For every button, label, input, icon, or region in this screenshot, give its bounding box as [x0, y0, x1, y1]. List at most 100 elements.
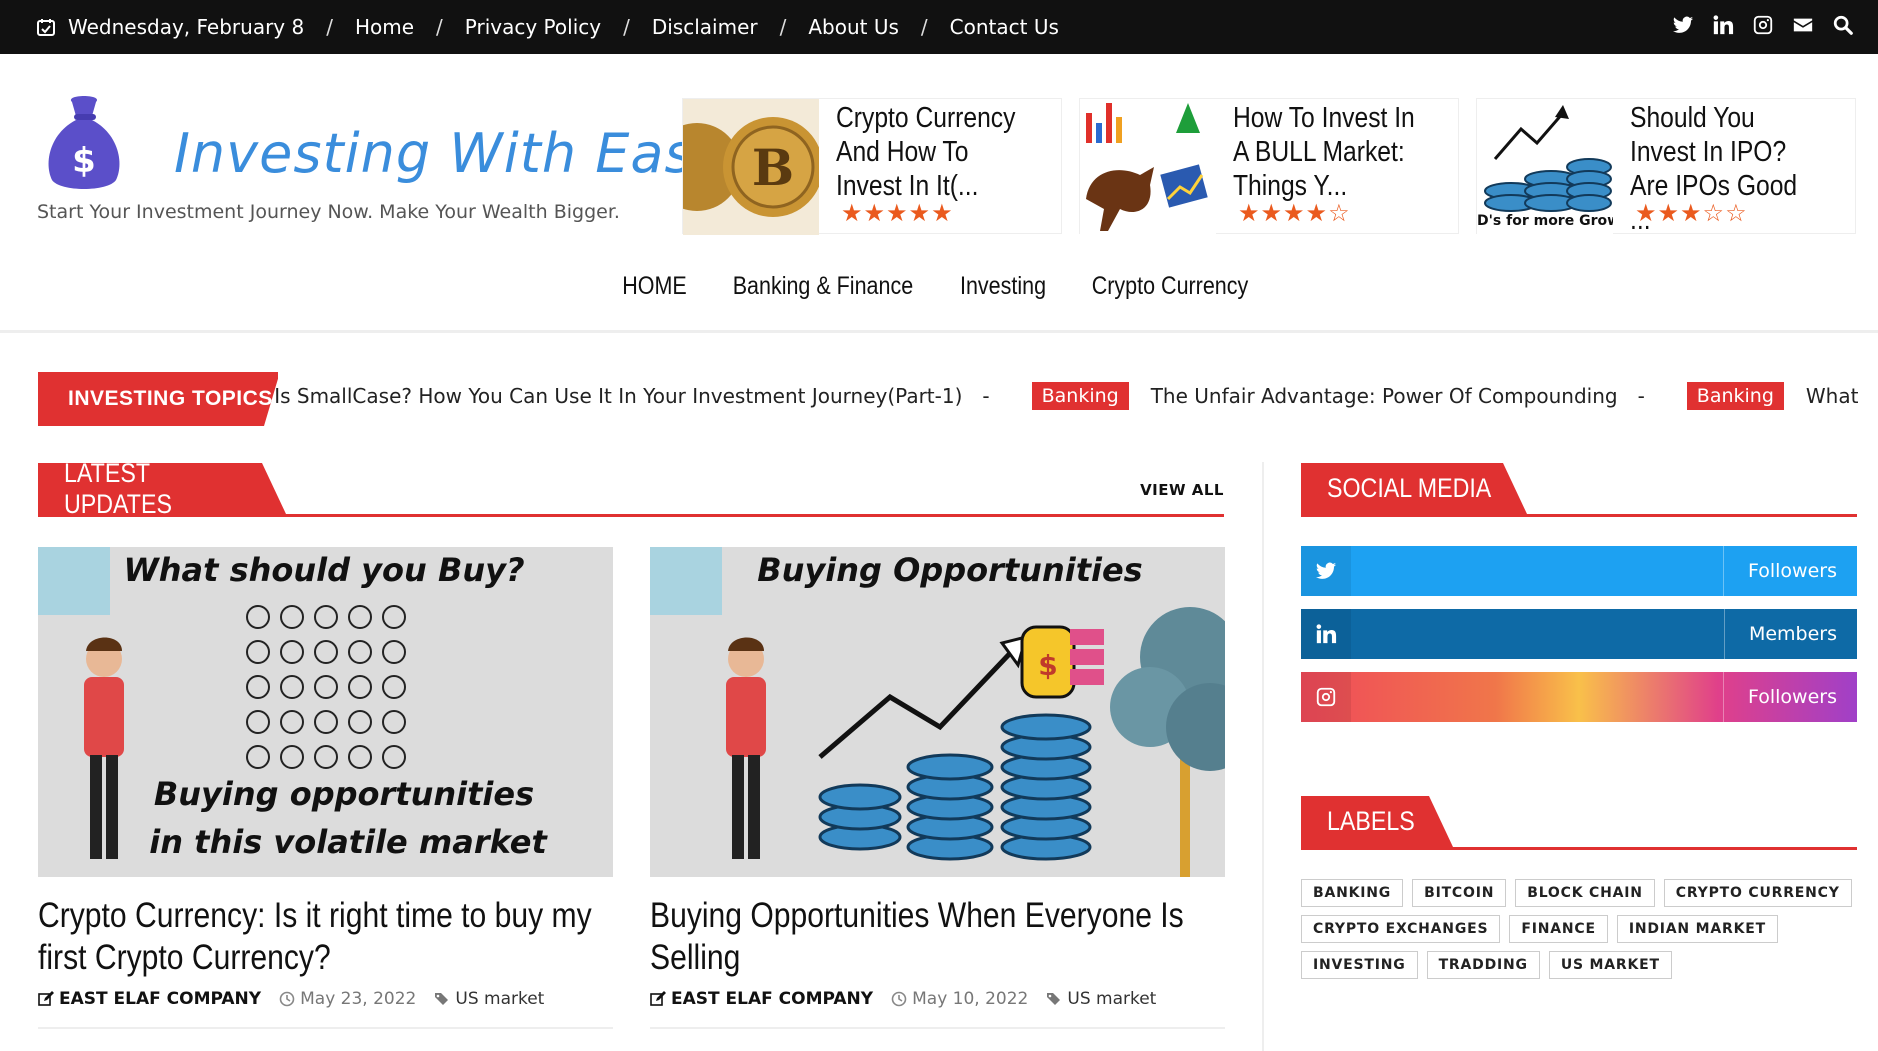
calendar-icon — [37, 19, 55, 36]
post-image[interactable]: Buying Opportunities $ — [650, 547, 1225, 877]
label-tag[interactable]: FINANCE — [1509, 915, 1608, 943]
column-divider — [1262, 462, 1264, 1051]
labels-cloud: BANKING BITCOIN BLOCK CHAIN CRYPTO CURRE… — [1301, 879, 1857, 979]
followers-label: Followers — [1723, 672, 1837, 722]
twitter-followers-widget[interactable]: Followers — [1301, 546, 1857, 596]
nav-item-crypto-currency[interactable]: Crypto Currency — [1092, 272, 1249, 301]
linkedin-members-widget[interactable]: Members — [1301, 609, 1857, 659]
svg-text:Buying opportunities: Buying opportunities — [154, 775, 534, 813]
ticker-separator: - — [1637, 384, 1645, 408]
post-date: May 10, 2022 — [912, 989, 1029, 1009]
thumbnail-caption: D's for more Grow — [1477, 213, 1613, 229]
ticker-item[interactable]: The Unfair Advantage: Power Of Compoundi… — [1151, 384, 1618, 408]
money-bag-icon: $ — [48, 96, 120, 189]
labels-header: LABELS — [1301, 796, 1857, 850]
twitter-icon[interactable] — [1672, 14, 1694, 36]
search-icon[interactable] — [1832, 14, 1854, 36]
top-social-icons — [1672, 14, 1854, 36]
featured-thumbnail: D's for more Grow — [1477, 99, 1613, 235]
edit-icon — [38, 991, 54, 1006]
top-link-contact-us[interactable]: Contact Us — [950, 15, 1059, 39]
label-tag[interactable]: BLOCK CHAIN — [1515, 879, 1655, 907]
bitcoin-coins-image: B — [683, 99, 819, 235]
featured-thumbnail: B — [683, 99, 819, 235]
post-title[interactable]: Buying Opportunities When Everyone Is Se… — [650, 895, 1218, 979]
label-tag[interactable]: INVESTING — [1301, 951, 1418, 979]
label-tag[interactable]: BITCOIN — [1412, 879, 1507, 907]
section-title: LATEST UPDATES — [38, 463, 286, 514]
section-title: LABELS — [1301, 796, 1453, 847]
featured-post[interactable]: B Crypto Currency And How To Invest In I… — [682, 98, 1062, 235]
followers-label: Followers — [1723, 546, 1837, 596]
linkedin-icon[interactable] — [1712, 14, 1734, 36]
post-meta: EAST ELAF COMPANY May 23, 2022 US market — [38, 989, 544, 1009]
post-author[interactable]: EAST ELAF COMPANY — [671, 989, 873, 1009]
site-logo[interactable]: $ Investing With Ease — [44, 94, 727, 204]
label-tag[interactable]: CRYPTO EXCHANGES — [1301, 915, 1501, 943]
site-tagline: Start Your Investment Journey Now. Make … — [37, 201, 620, 223]
nav-item-investing[interactable]: Investing — [960, 272, 1046, 301]
clock-icon — [891, 991, 907, 1007]
label-tag[interactable]: CRYPTO CURRENCY — [1663, 879, 1852, 907]
site-title: Investing With Ease — [174, 122, 728, 185]
tags-icon — [435, 993, 449, 1005]
label-tag[interactable]: TRADDING — [1426, 951, 1540, 979]
top-link-about-us[interactable]: About Us — [808, 15, 899, 39]
separator: / — [920, 15, 928, 39]
card-divider — [38, 1027, 613, 1029]
separator: / — [779, 15, 787, 39]
post-card[interactable]: Buying Opportunities $ Buying Opportunit… — [650, 547, 1225, 1029]
news-ticker: INVESTING TOPICS t Is SmallCase? How You… — [38, 372, 1858, 426]
post-date: May 23, 2022 — [300, 989, 417, 1009]
separator: / — [623, 15, 630, 39]
top-link-privacy-policy[interactable]: Privacy Policy — [465, 15, 601, 39]
main-nav: HOME Banking & Finance Investing Crypto … — [0, 272, 1878, 301]
svg-text:Buying Opportunities: Buying Opportunities — [757, 551, 1142, 589]
post-author[interactable]: EAST ELAF COMPANY — [59, 989, 261, 1009]
post-category[interactable]: US market — [1067, 989, 1156, 1009]
view-all-link[interactable]: VIEW ALL — [1140, 481, 1224, 499]
post-card[interactable]: What should you Buy? Buying opportunitie… — [38, 547, 613, 1029]
post-title[interactable]: Crypto Currency: Is it right time to buy… — [38, 895, 606, 979]
envelope-icon[interactable] — [1792, 14, 1814, 36]
section-title: SOCIAL MEDIA — [1301, 463, 1527, 514]
post-meta: EAST ELAF COMPANY May 10, 2022 US market — [650, 989, 1156, 1009]
ticker-item[interactable]: What Is Index Fun — [1806, 384, 1858, 408]
ticker-label: INVESTING TOPICS — [38, 372, 278, 426]
label-tag[interactable]: INDIAN MARKET — [1616, 915, 1778, 943]
svg-text:What should you Buy?: What should you Buy? — [123, 551, 524, 589]
category-badge[interactable]: Banking — [1686, 382, 1784, 410]
label-tag[interactable]: BANKING — [1301, 879, 1404, 907]
top-link-disclaimer[interactable]: Disclaimer — [652, 15, 758, 39]
category-badge[interactable]: Banking — [1031, 382, 1129, 410]
instagram-followers-widget[interactable]: Followers — [1301, 672, 1857, 722]
bull-market-image — [1080, 99, 1216, 235]
crypto-buy-illustration: What should you Buy? Buying opportunitie… — [38, 547, 613, 877]
star-rating: ★★★☆☆ — [1635, 199, 1748, 227]
ticker-separator: - — [982, 384, 990, 408]
top-link-home[interactable]: Home — [355, 15, 414, 39]
star-rating: ★★★★★ — [841, 199, 954, 227]
nav-item-home[interactable]: HOME — [622, 272, 687, 301]
featured-thumbnail — [1080, 99, 1216, 235]
top-bar: Wednesday, February 8 / Home / Privacy P… — [0, 0, 1878, 54]
label-tag[interactable]: US MARKET — [1548, 951, 1672, 979]
linkedin-icon — [1316, 624, 1337, 644]
post-image[interactable]: What should you Buy? Buying opportunitie… — [38, 547, 613, 877]
star-rating: ★★★★☆ — [1238, 199, 1351, 227]
buying-opportunities-illustration: Buying Opportunities $ — [650, 547, 1225, 877]
nav-item-banking-finance[interactable]: Banking & Finance — [732, 272, 912, 301]
featured-post[interactable]: D's for more Grow Should You Invest In I… — [1476, 98, 1856, 236]
nav-divider — [0, 330, 1878, 333]
featured-post[interactable]: How To Invest In A BULL Market: Things Y… — [1079, 98, 1459, 235]
ticker-item[interactable]: t Is SmallCase? How You Can Use It In Yo… — [260, 384, 962, 408]
svg-text:B: B — [752, 138, 794, 197]
edit-icon — [650, 991, 666, 1006]
post-category[interactable]: US market — [455, 989, 544, 1009]
instagram-icon — [1316, 687, 1336, 707]
members-label: Members — [1723, 609, 1837, 659]
svg-text:in this volatile market: in this volatile market — [149, 823, 548, 861]
svg-text:$: $ — [1038, 649, 1057, 682]
instagram-icon[interactable] — [1752, 14, 1774, 36]
ticker-track: t Is SmallCase? How You Can Use It In Yo… — [260, 382, 1858, 410]
